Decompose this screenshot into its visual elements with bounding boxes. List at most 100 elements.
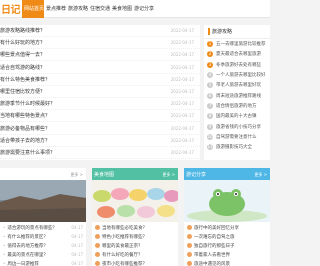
card-scenic-more-link[interactable]: 更多 > bbox=[70, 172, 83, 178]
card-list-item[interactable]: 特色小吃推荐有哪些？ bbox=[92, 232, 178, 241]
rank-badge: 1 bbox=[207, 41, 213, 48]
article-row[interactable]: 有什么特色美食推荐？ 2022-04-17 bbox=[0, 74, 200, 86]
guide-item-title[interactable]: 五一去哪里旅游比较推荐 bbox=[216, 41, 266, 47]
card-travelogue-more-link[interactable]: 更多 > bbox=[254, 172, 267, 178]
rank-badge: 6 bbox=[207, 92, 213, 99]
guide-item[interactable]: 2 夏天最适合去哪里旅游 bbox=[204, 49, 270, 59]
card-item-title[interactable]: 旅行中的美好回忆分享 bbox=[194, 225, 239, 231]
card-item-title[interactable]: 有什么好吃的餐厅？ bbox=[102, 252, 143, 258]
article-row[interactable]: 适合带孩子去的地方？ 2022-04-17 bbox=[0, 135, 200, 147]
guide-item[interactable]: 9 旅游省钱的小技巧分享 bbox=[204, 121, 270, 131]
guide-item[interactable]: 10 自驾游需要注意什么 bbox=[204, 132, 270, 142]
card-list-item[interactable]: 当地有哪些必吃美食？ bbox=[92, 223, 178, 232]
guide-sidebar-list: 1 五一去哪里旅游比较推荐 2 夏天最适合去哪里旅游 3 冬季旅游好去处有哪些 4 一个人旅游… bbox=[204, 39, 270, 152]
article-title[interactable]: 当地有哪些特色景点？ bbox=[0, 112, 150, 119]
scenic-photo-icon bbox=[0, 180, 86, 222]
guide-item-title[interactable]: 带老人旅游去哪里好玩 bbox=[216, 82, 261, 88]
nav-item-guides[interactable]: 旅游攻略 bbox=[66, 0, 88, 18]
article-row[interactable]: 旅游必备物品有哪些？ 2022-04-17 bbox=[0, 123, 200, 135]
card-item-title[interactable]: 周边一日游推荐 bbox=[7, 261, 39, 266]
guide-item-title[interactable]: 夏天最适合去哪里旅游 bbox=[216, 51, 261, 57]
article-row[interactable]: 当地有哪些特色景点？ 2022-04-17 bbox=[0, 110, 200, 123]
article-row[interactable]: 旅游季节什么时候最好？ 2022-04-17 bbox=[0, 98, 200, 111]
article-row[interactable]: 旅游需要注意什么事项？ 2022-04-17 bbox=[0, 147, 200, 159]
article-row[interactable]: 旅游攻略路线推荐？ 2022-04-17 bbox=[0, 25, 200, 37]
card-travelogue-image[interactable] bbox=[184, 180, 270, 222]
article-title[interactable]: 旅游需要注意什么事项？ bbox=[0, 149, 150, 156]
article-title[interactable]: 适合带孩子去的地方？ bbox=[0, 137, 150, 144]
card-list-item[interactable]: • 适合游玩的景点有哪些？ 04-17 bbox=[0, 223, 86, 232]
card-list-item[interactable]: 一次难忘的自驾之旅 bbox=[184, 232, 270, 241]
card-scenic-image[interactable] bbox=[0, 180, 86, 222]
card-list-item[interactable]: 有什么好吃的餐厅？ bbox=[92, 250, 178, 259]
guide-item-title[interactable]: 旅游省钱的小技巧分享 bbox=[216, 124, 261, 130]
card-list-item[interactable]: • 周边一日游推荐 04-17 bbox=[0, 259, 86, 266]
article-row[interactable]: 适合自驾游的路线？ 2022-04-17 bbox=[0, 62, 200, 74]
question-icon bbox=[187, 252, 192, 257]
guide-item-title[interactable]: 周末短途旅游推荐路线 bbox=[216, 93, 261, 99]
card-item-title[interactable]: 最美的景点在哪里？ bbox=[7, 252, 48, 258]
question-icon bbox=[187, 243, 192, 248]
card-list-item[interactable]: 独自旅行的那些日子 bbox=[184, 241, 270, 250]
card-list-item[interactable]: 带着家人去看世界 bbox=[184, 250, 270, 259]
card-item-date: 04-17 bbox=[71, 252, 83, 257]
guide-item[interactable]: 4 一个人旅游去哪里比较好 bbox=[204, 70, 270, 80]
guide-item[interactable]: 3 冬季旅游好去处有哪些 bbox=[204, 60, 270, 70]
guide-item-title[interactable]: 国内最美的十大古镇 bbox=[216, 113, 257, 119]
card-item-title[interactable]: 一次难忘的自驾之旅 bbox=[194, 234, 235, 240]
card-item-title[interactable]: 带着家人去看世界 bbox=[194, 252, 230, 258]
card-item-title[interactable]: 有什么推荐的景区？ bbox=[7, 234, 48, 240]
nav-item-travelogue[interactable]: 游记分享 bbox=[132, 0, 154, 18]
article-row[interactable]: 有什么好玩的地方？ 2022-04-17 bbox=[0, 37, 200, 50]
nav-item-home[interactable]: 网站首页 bbox=[22, 0, 44, 18]
card-list-item[interactable]: • 最美的景点在哪里？ 04-17 bbox=[0, 250, 86, 259]
question-icon bbox=[95, 225, 100, 230]
card-list-item[interactable]: 哪里的美食最正宗？ bbox=[92, 241, 178, 250]
card-food-image[interactable] bbox=[92, 180, 178, 222]
card-item-title[interactable]: 适合游玩的景点有哪些？ bbox=[7, 225, 57, 231]
article-title[interactable]: 适合自驾游的路线？ bbox=[0, 64, 150, 71]
site-logo[interactable]: 日记 bbox=[0, 0, 22, 18]
article-date: 2022-04-17 bbox=[170, 40, 194, 46]
guide-item-title[interactable]: 一个人旅游去哪里比较好 bbox=[216, 72, 266, 78]
guide-item-title[interactable]: 冬季旅游好去处有哪些 bbox=[216, 62, 261, 68]
guide-item[interactable]: 8 国内最美的十大古镇 bbox=[204, 111, 270, 121]
article-row[interactable]: 哪里住宿比较方便？ 2022-04-17 bbox=[0, 86, 200, 98]
article-title[interactable]: 旅游攻略路线推荐？ bbox=[0, 27, 150, 34]
guide-item[interactable]: 11 旅游摄影技巧大全 bbox=[204, 142, 270, 152]
card-list-item[interactable]: 旅途中遇见的风景 bbox=[184, 259, 270, 266]
bullet-icon: • bbox=[3, 243, 6, 248]
card-item-title[interactable]: 独自旅行的那些日子 bbox=[194, 243, 235, 249]
article-title[interactable]: 旅游必备物品有哪些？ bbox=[0, 125, 150, 132]
card-item-title[interactable]: 旅途中遇见的风景 bbox=[194, 261, 230, 266]
card-food-more-link[interactable]: 更多 > bbox=[162, 172, 175, 178]
guide-item-title[interactable]: 自驾游需要注意什么 bbox=[216, 134, 257, 140]
nav-item-food[interactable]: 美食地图 bbox=[110, 0, 132, 18]
nav-item-scenic[interactable]: 景点推荐 bbox=[44, 0, 66, 18]
card-item-title[interactable]: 当地有哪些必吃美食？ bbox=[102, 225, 147, 231]
card-item-title[interactable]: 值得去的地方推荐？ bbox=[7, 243, 48, 249]
article-title[interactable]: 有什么好玩的地方？ bbox=[0, 39, 150, 46]
article-row[interactable]: 哪些景点值得一去？ 2022-04-17 bbox=[0, 49, 200, 62]
article-date: 2022-04-17 bbox=[170, 76, 194, 82]
nav-item-transport[interactable]: 住宿交通 bbox=[88, 0, 110, 18]
article-title[interactable]: 哪些景点值得一去？ bbox=[0, 51, 150, 58]
guide-item-title[interactable]: 旅游摄影技巧大全 bbox=[216, 144, 252, 150]
guide-item[interactable]: 5 带老人旅游去哪里好玩 bbox=[204, 80, 270, 90]
card-item-title[interactable]: 夜市小吃有哪些推荐？ bbox=[102, 261, 147, 266]
article-title[interactable]: 哪里住宿比较方便？ bbox=[0, 88, 150, 95]
card-list-item[interactable]: • 值得去的地方推荐？ 04-17 bbox=[0, 241, 86, 250]
macaron-photo-icon bbox=[92, 180, 178, 222]
article-title[interactable]: 旅游季节什么时候最好？ bbox=[0, 100, 150, 107]
article-title[interactable]: 有什么特色美食推荐？ bbox=[0, 76, 150, 83]
card-item-title[interactable]: 特色小吃推荐有哪些？ bbox=[102, 234, 147, 240]
card-list-item[interactable]: • 有什么推荐的景区？ 04-17 bbox=[0, 232, 86, 241]
card-list-item[interactable]: 夜市小吃有哪些推荐？ bbox=[92, 259, 178, 266]
guide-item[interactable]: 7 适合情侣旅游的地方 bbox=[204, 101, 270, 111]
card-item-title[interactable]: 哪里的美食最正宗？ bbox=[102, 243, 143, 249]
guide-item[interactable]: 6 周末短途旅游推荐路线 bbox=[204, 90, 270, 100]
guide-item[interactable]: 1 五一去哪里旅游比较推荐 bbox=[204, 39, 270, 49]
guide-item-title[interactable]: 适合情侣旅游的地方 bbox=[216, 103, 257, 109]
card-item-date: 04-17 bbox=[71, 261, 83, 266]
card-list-item[interactable]: 旅行中的美好回忆分享 bbox=[184, 223, 270, 232]
